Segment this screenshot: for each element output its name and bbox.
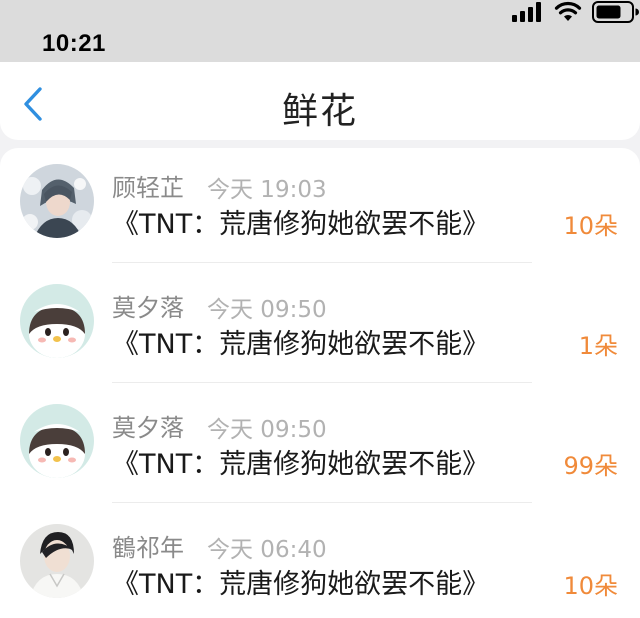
divider — [112, 262, 532, 263]
book-title[interactable]: 《TNT：荒唐修狗她欲罢不能》 — [112, 322, 489, 361]
status-time: 10:21 — [42, 30, 106, 57]
page-title: 鲜花 — [281, 91, 358, 132]
book-title[interactable]: 《TNT：荒唐修狗她欲罢不能》 — [112, 202, 489, 241]
flower-count: 10朵 — [563, 572, 618, 600]
flower-count: 1朵 — [578, 332, 618, 360]
book-title[interactable]: 《TNT：荒唐修狗她欲罢不能》 — [112, 442, 489, 481]
signal-icon — [512, 2, 541, 22]
list-item[interactable]: 莫夕落 今天 09:50 《TNT：荒唐修狗她欲罢不能》 1朵 — [0, 268, 640, 388]
avatar[interactable] — [20, 404, 94, 478]
user-name: 顾轻芷 — [112, 174, 184, 202]
nav-bar: 鲜花 — [0, 62, 640, 140]
battery-icon — [592, 1, 639, 23]
time-label: 今天 09:50 — [207, 297, 327, 323]
divider — [112, 382, 532, 383]
avatar[interactable] — [20, 284, 94, 358]
list-item[interactable]: 莫夕落 今天 09:50 《TNT：荒唐修狗她欲罢不能》 99朵 — [0, 388, 640, 508]
divider — [112, 502, 532, 503]
time-label: 今天 19:03 — [207, 177, 327, 203]
time-label: 今天 06:40 — [207, 537, 327, 563]
user-name: 鶴祁年 — [112, 534, 184, 562]
book-title[interactable]: 《TNT：荒唐修狗她欲罢不能》 — [112, 562, 489, 601]
user-name: 莫夕落 — [112, 294, 184, 322]
flower-count: 99朵 — [563, 452, 618, 480]
avatar[interactable] — [20, 524, 94, 598]
avatar[interactable] — [20, 164, 94, 238]
list-item[interactable]: 鶴祁年 今天 06:40 《TNT：荒唐修狗她欲罢不能》 10朵 — [0, 508, 640, 618]
user-name: 莫夕落 — [112, 414, 184, 442]
list-item[interactable]: 顾轻芷 今天 19:03 《TNT：荒唐修狗她欲罢不能》 10朵 — [0, 148, 640, 268]
flower-count: 10朵 — [563, 212, 618, 240]
status-bar: 10:21 — [0, 0, 640, 62]
wifi-icon — [554, 1, 582, 21]
flower-gift-list: 顾轻芷 今天 19:03 《TNT：荒唐修狗她欲罢不能》 10朵 莫夕落 今天 … — [0, 148, 640, 618]
time-label: 今天 09:50 — [207, 417, 327, 443]
